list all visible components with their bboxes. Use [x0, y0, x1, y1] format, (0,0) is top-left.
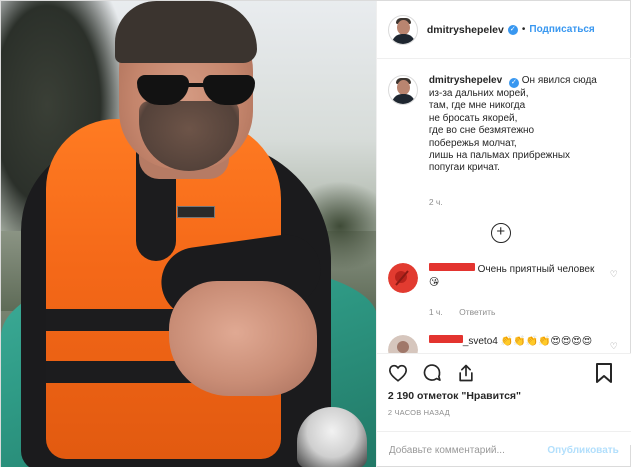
comment-reply-button[interactable]: Ответить [459, 307, 495, 317]
caption-text: dmitryshepelev ✓ Он явился сюда из-за да… [429, 75, 629, 175]
verified-badge-icon: ✓ [508, 78, 519, 88]
comment-time[interactable]: 1 ч. [429, 307, 443, 317]
comment-username[interactable]: _sveto4 [463, 336, 498, 347]
caption-line: лишь на пальмах прибрежных [428, 150, 571, 162]
photo-fist [169, 281, 317, 396]
author-avatar[interactable] [387, 14, 418, 45]
plus-circle-icon[interactable]: + [490, 223, 511, 243]
caption-time[interactable]: 2 ч. [429, 197, 443, 207]
comment-body: Очень приятный человек [477, 264, 595, 275]
author-username[interactable]: dmitryshepelev [427, 24, 504, 36]
add-comment-bar: Опубликовать [376, 431, 631, 467]
share-icon[interactable] [455, 362, 477, 384]
action-icons [387, 362, 477, 384]
likes-count[interactable]: 2 190 отметок "Нравится" [388, 390, 521, 402]
comment-like-heart-icon[interactable]: ♡ [610, 341, 618, 352]
post-photo[interactable] [1, 1, 376, 467]
header-separator: • [521, 24, 526, 35]
comment-emoji: 😘 [428, 277, 440, 288]
heart-icon[interactable] [387, 362, 409, 384]
comment-icon[interactable] [421, 362, 443, 384]
verified-badge-icon: ✓ [507, 24, 518, 35]
photo-hair [115, 1, 257, 63]
photo-sunglasses [131, 75, 259, 105]
bookmark-icon[interactable] [595, 362, 617, 384]
caption-line: из-за дальних морей, [428, 88, 529, 99]
comment-input[interactable] [388, 444, 548, 456]
comment-text: Очень приятный человек 😘 [428, 263, 599, 289]
publish-button[interactable]: Опубликовать [547, 445, 618, 456]
post-header: dmitryshepelev ✓ • Подписаться [376, 1, 631, 59]
commenter-avatar[interactable] [387, 263, 418, 293]
caption-line: где во сне безмятежно [428, 125, 535, 137]
redacted-username[interactable] [428, 263, 475, 271]
redacted-username[interactable] [428, 335, 463, 343]
comment-emoji: 👏👏👏👏😍😍😍😍 [500, 336, 593, 347]
post-timestamp[interactable]: 2 ЧАСОВ НАЗАД [388, 408, 450, 417]
caption-line: Он явился сюда [521, 75, 597, 86]
caption-username[interactable]: dmitryshepelev [429, 75, 502, 86]
follow-button[interactable]: Подписаться [529, 24, 594, 35]
instagram-post: dmitryshepelev ✓ • Подписаться dmitryshe… [0, 0, 631, 467]
comment-text: _sveto4 👏👏👏👏😍😍😍😍 [428, 335, 599, 348]
caption-line: не бросать якорей, [428, 112, 518, 124]
caption-line: попугаи кричат. [428, 162, 500, 174]
comment-like-heart-icon[interactable]: ♡ [610, 269, 618, 280]
caption-line: там, где мне никогда [428, 100, 526, 112]
comment-meta: 1 ч. Ответить [429, 307, 510, 317]
caption-avatar[interactable] [387, 75, 418, 105]
photo-vest-badge [177, 206, 215, 218]
caption-line: побережья молчат, [428, 137, 517, 149]
post-sidebar: dmitryshepelev ✓ • Подписаться dmitryshe… [375, 1, 631, 467]
